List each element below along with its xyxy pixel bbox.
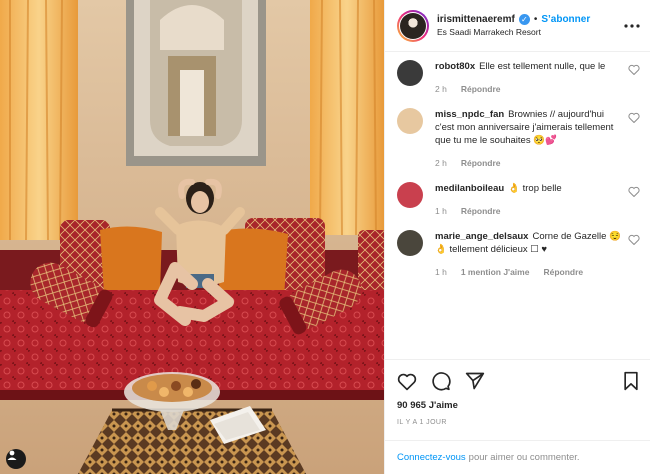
author-username[interactable]: irismittenaeremf bbox=[437, 14, 515, 25]
comment-age[interactable]: 2 h bbox=[435, 158, 447, 168]
heart-icon bbox=[397, 373, 417, 390]
login-prompt-text: pour aimer ou commenter. bbox=[468, 452, 580, 463]
share-icon bbox=[465, 372, 485, 390]
heart-icon bbox=[628, 64, 640, 76]
room-scene-illustration bbox=[0, 0, 384, 474]
comment-avatar[interactable] bbox=[397, 108, 423, 134]
post-timestamp[interactable]: IL Y A 1 JOUR bbox=[397, 419, 640, 426]
comment-like-button[interactable] bbox=[628, 60, 640, 94]
reply-button[interactable]: Répondre bbox=[461, 84, 501, 94]
comment-avatar[interactable] bbox=[397, 60, 423, 86]
author-avatar[interactable] bbox=[397, 9, 429, 42]
comment-item: medilanboileau 👌 trop belle 1 h Répondre bbox=[397, 182, 640, 216]
comment-icon bbox=[432, 372, 451, 391]
comment-item: marie_ange_delsaux Corne de Gazelle 😌👌 te… bbox=[397, 230, 640, 277]
comment-button[interactable] bbox=[431, 371, 451, 391]
comment-username[interactable]: medilanboileau bbox=[435, 183, 504, 194]
reply-button[interactable]: Répondre bbox=[543, 267, 583, 277]
heart-icon bbox=[628, 186, 640, 198]
login-link[interactable]: Connectez-vous bbox=[397, 452, 466, 463]
person-icon bbox=[7, 450, 17, 460]
verified-badge-icon: ✓ bbox=[518, 14, 530, 25]
comment-like-button[interactable] bbox=[628, 108, 640, 168]
share-button[interactable] bbox=[465, 371, 485, 391]
comment-item: miss_npdc_fan Brownies // aujourd'hui c'e… bbox=[397, 108, 640, 168]
comment-item: robot80x Elle est tellement nulle, que le… bbox=[397, 60, 640, 94]
comment-avatar[interactable] bbox=[397, 182, 423, 208]
save-button[interactable] bbox=[622, 371, 640, 391]
comments-list[interactable]: robot80x Elle est tellement nulle, que le… bbox=[385, 52, 650, 359]
post-photo[interactable] bbox=[0, 0, 384, 474]
comment-like-button[interactable] bbox=[628, 182, 640, 216]
separator-dot: • bbox=[533, 14, 538, 25]
heart-icon bbox=[628, 112, 640, 124]
comment-like-button[interactable] bbox=[628, 230, 640, 277]
comment-age[interactable]: 2 h bbox=[435, 84, 447, 94]
instagram-post: irismittenaeremf ✓ • S’abonner Es Saadi … bbox=[0, 0, 650, 474]
post-location[interactable]: Es Saadi Marrakech Resort bbox=[437, 27, 624, 37]
follow-button[interactable]: S’abonner bbox=[541, 14, 590, 25]
post-header: irismittenaeremf ✓ • S’abonner Es Saadi … bbox=[385, 0, 650, 52]
heart-icon bbox=[628, 234, 640, 246]
comment-age[interactable]: 1 h bbox=[435, 206, 447, 216]
comment-username[interactable]: miss_npdc_fan bbox=[435, 109, 504, 120]
reply-button[interactable]: Répondre bbox=[461, 158, 501, 168]
comment-text: 👌 trop belle bbox=[508, 183, 562, 194]
login-prompt: Connectez-vous pour aimer ou commenter. bbox=[385, 440, 650, 474]
like-button[interactable] bbox=[397, 372, 417, 391]
likes-count[interactable]: 90 965 J'aime bbox=[397, 400, 640, 411]
comment-likes-count[interactable]: 1 mention J'aime bbox=[461, 267, 530, 277]
comment-avatar[interactable] bbox=[397, 230, 423, 256]
bookmark-icon bbox=[624, 371, 638, 391]
more-options-button[interactable] bbox=[624, 23, 640, 28]
tagged-people-button[interactable] bbox=[6, 449, 26, 469]
post-side-panel: irismittenaeremf ✓ • S’abonner Es Saadi … bbox=[384, 0, 650, 474]
comment-text: Elle est tellement nulle, que le bbox=[479, 61, 606, 72]
comment-age[interactable]: 1 h bbox=[435, 267, 447, 277]
comment-username[interactable]: robot80x bbox=[435, 61, 475, 72]
more-dots-icon bbox=[624, 23, 640, 28]
comment-username[interactable]: marie_ange_delsaux bbox=[435, 231, 528, 242]
reply-button[interactable]: Répondre bbox=[461, 206, 501, 216]
post-actions: 90 965 J'aime IL Y A 1 JOUR bbox=[385, 359, 650, 426]
